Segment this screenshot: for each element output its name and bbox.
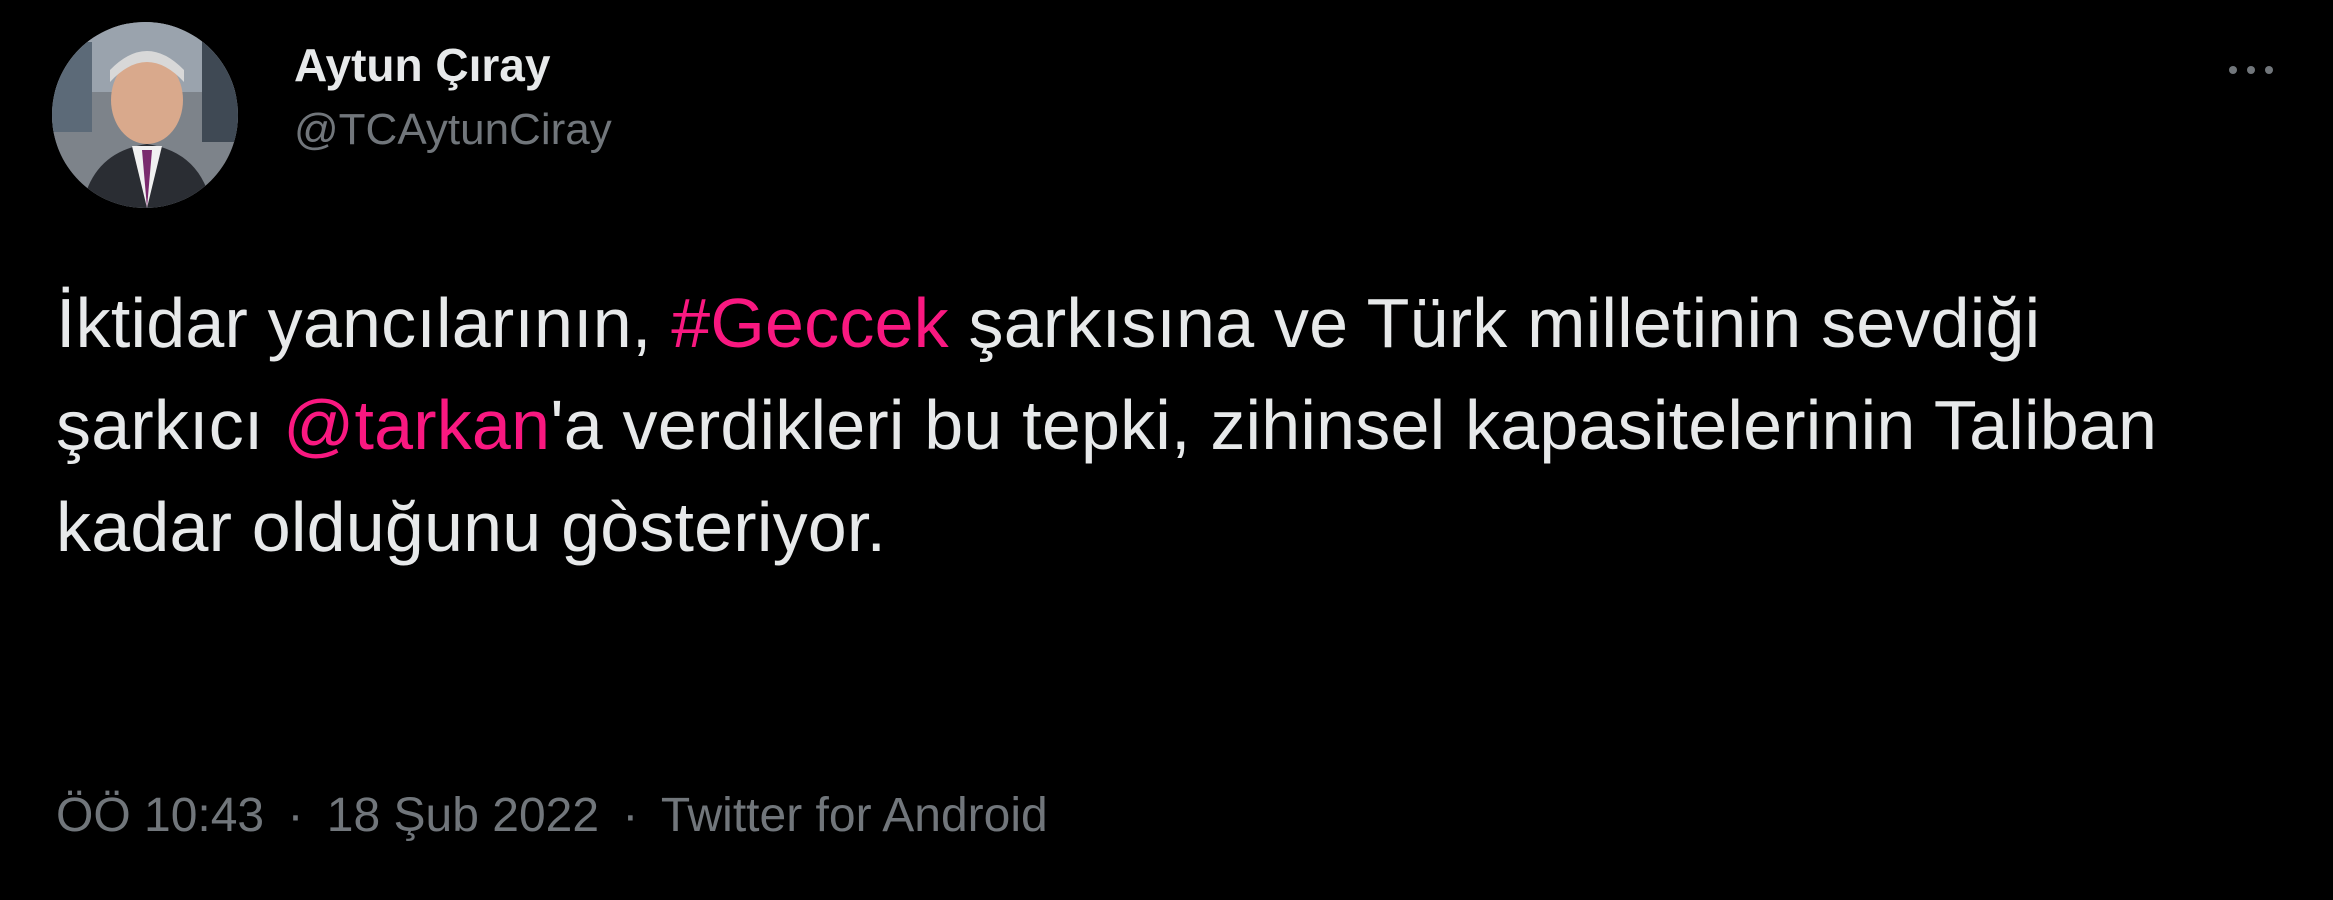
tweet-card: Aytun Çıray @TCAytunCiray İktidar yancıl… (0, 0, 2333, 900)
author-names: Aytun Çıray @TCAytunCiray (294, 35, 612, 165)
tweet-text-part-1: İktidar yancılarının, (56, 284, 672, 362)
tweet-date[interactable]: 18 Şub 2022 (327, 789, 599, 842)
hashtag-link[interactable]: #Geccek (671, 284, 949, 362)
avatar[interactable] (52, 22, 238, 208)
tweet-header: Aytun Çıray @TCAytunCiray (52, 20, 612, 210)
tweet-source[interactable]: Twitter for Android (661, 789, 1048, 842)
more-options-button[interactable] (2219, 50, 2283, 90)
tweet-text: İktidar yancılarının, #Geccek şarkısına … (56, 272, 2236, 578)
tweet-time[interactable]: ÖÖ 10:43 (56, 789, 264, 842)
mention-link[interactable]: @tarkan (283, 386, 550, 464)
tweet-meta: ÖÖ 10:43 · 18 Şub 2022 · Twitter for And… (56, 786, 1048, 846)
meta-separator: · (622, 789, 639, 842)
author-handle[interactable]: @TCAytunCiray (294, 95, 612, 165)
meta-separator: · (287, 789, 304, 842)
avatar-photo-icon (52, 22, 238, 208)
author-display-name[interactable]: Aytun Çıray (294, 35, 612, 95)
more-horizontal-icon (2229, 66, 2273, 74)
